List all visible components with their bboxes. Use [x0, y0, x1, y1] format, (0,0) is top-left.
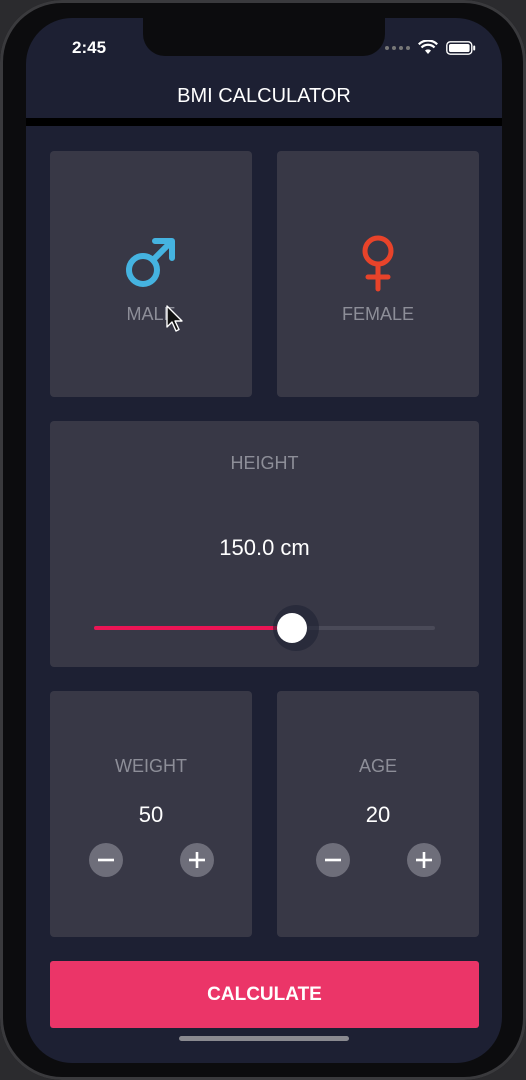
weight-value: 50 — [138, 802, 164, 827]
app-bar-divider — [26, 118, 502, 126]
signal-dots-icon — [385, 45, 410, 50]
wifi-icon — [418, 40, 438, 54]
phone-frame: 2:45 BMI CALCULATOR MALE FEMALE HEIGHT 1… — [0, 0, 526, 1080]
age-value: 20 — [365, 802, 391, 827]
status-icons — [385, 40, 476, 55]
plus-icon — [416, 852, 432, 868]
age-increment-button[interactable] — [407, 843, 441, 877]
status-time: 2:45 — [72, 38, 107, 57]
minus-icon — [325, 858, 341, 862]
battery-icon — [446, 40, 476, 55]
mouse-pointer-icon — [166, 305, 183, 332]
height-value: 150.0 cm — [219, 535, 310, 560]
female-symbol-icon — [362, 235, 394, 292]
male-symbol-icon — [126, 238, 175, 287]
weight-increment-button[interactable] — [180, 843, 214, 877]
age-label: AGE — [358, 756, 397, 776]
weight-card: WEIGHT 50 — [50, 691, 252, 937]
plus-icon — [189, 852, 205, 868]
height-label: HEIGHT — [230, 453, 299, 473]
female-label: FEMALE — [341, 304, 415, 324]
height-slider-thumb[interactable] — [276, 613, 307, 643]
app-bar-title: BMI CALCULATOR — [177, 84, 351, 107]
weight-decrement-button[interactable] — [89, 843, 123, 877]
minus-icon — [98, 858, 114, 862]
app-screen: 2:45 BMI CALCULATOR MALE FEMALE HEIGHT 1… — [26, 18, 502, 1063]
male-card[interactable]: MALE — [50, 151, 252, 397]
weight-label: WEIGHT — [115, 756, 187, 776]
female-card[interactable]: FEMALE — [277, 151, 479, 397]
device-notch — [143, 18, 385, 56]
age-decrement-button[interactable] — [316, 843, 350, 877]
height-slider-fill — [94, 626, 292, 630]
height-card: HEIGHT 150.0 cm — [50, 421, 479, 667]
male-label: MALE — [126, 304, 176, 324]
home-indicator — [179, 1036, 349, 1041]
calculate-button[interactable]: CALCULATE — [50, 961, 479, 1028]
age-card: AGE 20 — [277, 691, 479, 937]
